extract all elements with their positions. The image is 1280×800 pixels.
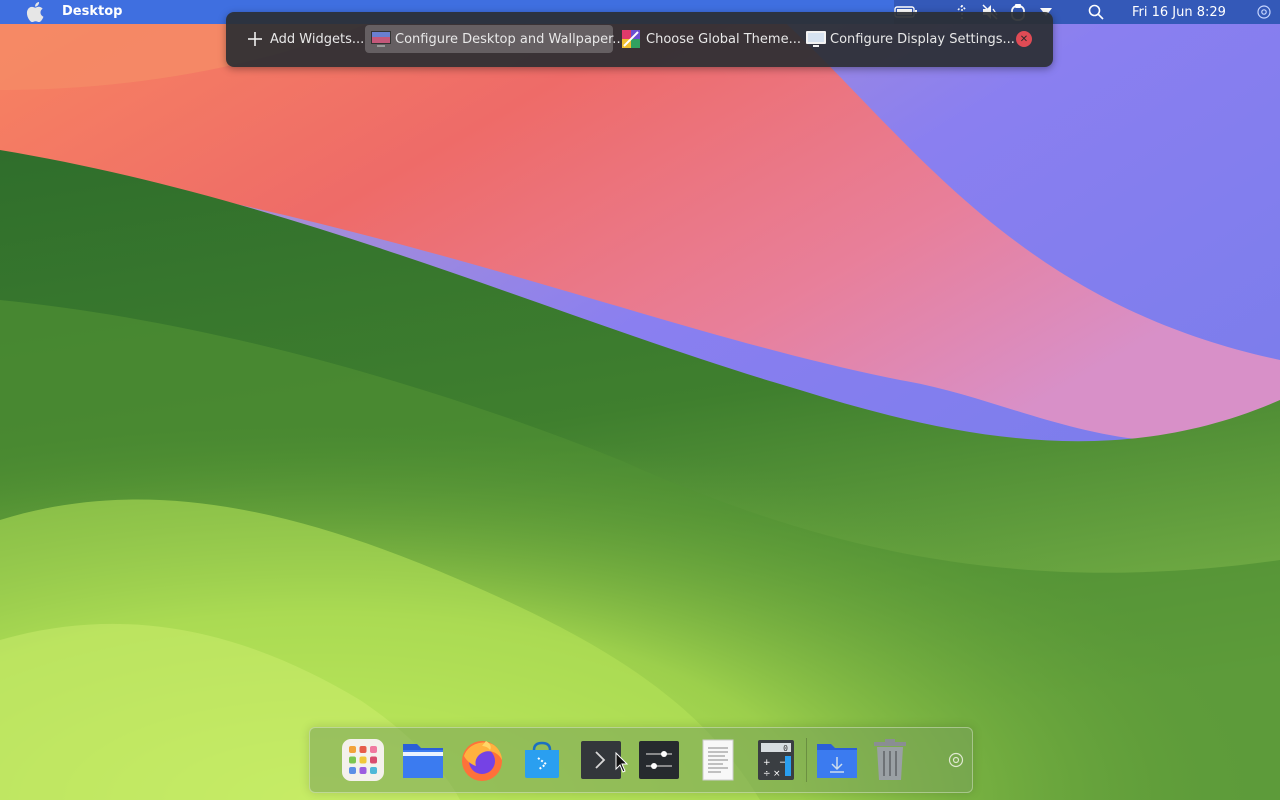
dock-separator <box>806 738 807 782</box>
dock-settings-icon[interactable] <box>934 738 978 782</box>
system-settings-icon[interactable] <box>637 738 681 782</box>
plus-icon <box>246 30 264 48</box>
settings-icon[interactable] <box>1252 0 1276 24</box>
active-app-name[interactable]: Desktop <box>62 0 136 24</box>
desktop-edit-toolbar: Add Widgets... Configure Desktop and Wal… <box>226 12 1053 67</box>
search-icon[interactable] <box>1084 0 1108 24</box>
text-editor-icon[interactable] <box>696 738 740 782</box>
add-widgets-label: Add Widgets... <box>270 31 365 47</box>
monitor-icon <box>806 30 826 48</box>
desktop-wallpaper[interactable] <box>0 0 1280 800</box>
configure-desktop-label: Configure Desktop and Wallpaper... <box>395 31 625 47</box>
dock: 0 + − ÷ × <box>309 727 973 793</box>
svg-text:×: × <box>773 769 781 779</box>
svg-text:0: 0 <box>783 744 788 753</box>
apple-menu-icon[interactable] <box>22 0 48 24</box>
downloads-folder-icon[interactable] <box>815 738 859 782</box>
mouse-cursor <box>615 751 629 774</box>
trash-icon[interactable] <box>868 738 912 782</box>
svg-text:+: + <box>763 758 771 768</box>
close-icon[interactable]: ✕ <box>1016 31 1032 47</box>
desktop-wallpaper-icon <box>371 30 391 48</box>
calculator-icon[interactable]: 0 + − ÷ × <box>754 738 798 782</box>
global-theme-label: Choose Global Theme... <box>646 31 801 47</box>
firefox-icon[interactable] <box>460 738 504 782</box>
discover-store-icon[interactable] <box>520 738 564 782</box>
global-theme-button[interactable]: Choose Global Theme... <box>616 25 807 53</box>
global-theme-icon <box>622 30 640 48</box>
svg-text:÷: ÷ <box>763 769 771 779</box>
display-settings-button[interactable]: Configure Display Settings... <box>800 25 1021 53</box>
display-settings-label: Configure Display Settings... <box>830 31 1015 47</box>
configure-desktop-button[interactable]: Configure Desktop and Wallpaper... <box>365 25 625 53</box>
file-manager-icon[interactable] <box>401 738 445 782</box>
add-widgets-button[interactable]: Add Widgets... <box>240 25 370 53</box>
clock[interactable]: Fri 16 Jun 8:29 <box>1132 5 1226 20</box>
launchpad-icon[interactable] <box>341 738 385 782</box>
